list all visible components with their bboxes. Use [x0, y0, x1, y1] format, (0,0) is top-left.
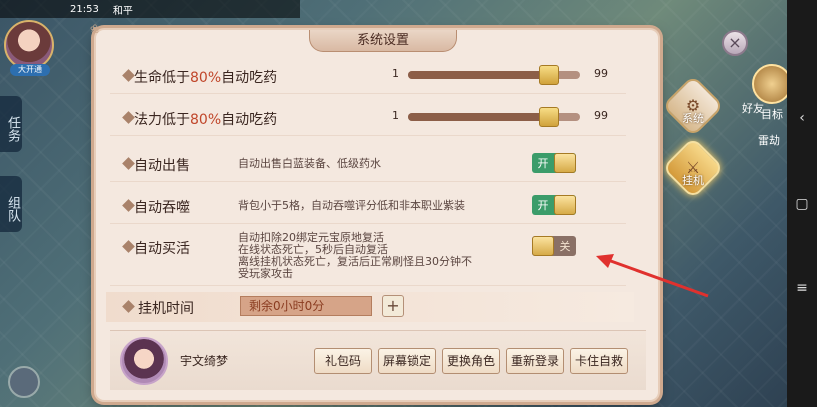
label-suffix: 自动吃药	[221, 112, 278, 128]
mp-threshold-label: 法力低于80%自动吃药	[134, 109, 277, 129]
auto-revive-toggle[interactable]: 关	[532, 236, 576, 256]
settings-window: 系统设置 ❀ 生命低于80%自动吃药 1 99 法力低于80%自动吃药 1 99…	[90, 22, 658, 400]
hang-time-row: 挂机时间 剩余0小时0分 +	[106, 292, 634, 322]
auto-sell-desc: 自动出售白蓝装备、低级药水	[238, 157, 381, 170]
back-icon[interactable]: ‹	[795, 110, 809, 126]
bullet-icon	[122, 300, 135, 313]
switch-character-button[interactable]: 更换角色	[442, 348, 500, 374]
relogin-button[interactable]: 重新登录	[506, 348, 564, 374]
bullet-icon	[122, 157, 135, 170]
annotation-arrow	[596, 254, 709, 298]
close-icon: ×	[728, 33, 742, 52]
screen-lock-button[interactable]: 屏幕锁定	[378, 348, 436, 374]
toggle-text: 开	[537, 157, 549, 170]
mp-threshold-row: 法力低于80%自动吃药 1 99	[110, 100, 626, 136]
target-label: 目标	[761, 108, 783, 121]
target-icon	[752, 64, 792, 104]
window-title: 系统设置	[309, 30, 457, 52]
character-avatar	[120, 337, 168, 385]
tab-system-label: 系统	[682, 112, 704, 125]
hang-time-remaining: 剩余0小时0分	[240, 296, 372, 316]
toggle-knob	[554, 195, 576, 215]
window-footer: 宇文绮梦 礼包码 屏幕锁定 更换角色 重新登录 卡住自救	[110, 330, 646, 390]
bullet-icon	[122, 199, 135, 212]
toggle-knob	[554, 153, 576, 173]
slider-min: 1	[392, 67, 399, 80]
chat-icon[interactable]	[8, 366, 40, 398]
auto-devour-row: 自动吞噬 背包小于5格，自动吞噬评分低和非本职业紫装 开	[110, 188, 626, 224]
tab-hangup-label: 挂机	[682, 174, 704, 187]
clock-text: 21:53	[70, 3, 99, 15]
auto-sell-toggle[interactable]: 开	[532, 153, 576, 173]
auto-sell-label: 自动出售	[134, 158, 190, 174]
auto-revive-label: 自动买活	[134, 241, 190, 257]
auto-devour-label: 自动吞噬	[134, 200, 190, 216]
slider-fill	[408, 113, 550, 121]
plus-icon: +	[386, 296, 400, 315]
bullet-icon	[122, 69, 135, 82]
label-prefix: 生命低于	[134, 70, 190, 86]
status-bar: 21:53 和平	[0, 0, 300, 18]
bullet-icon	[122, 111, 135, 124]
friends-label[interactable]: 好友	[742, 100, 764, 116]
tab-team[interactable]: 组队	[0, 176, 22, 232]
hp-threshold-label: 生命低于80%自动吃药	[134, 67, 277, 87]
gift-code-button[interactable]: 礼包码	[314, 348, 372, 374]
auto-sell-row: 自动出售 自动出售白蓝装备、低级药水 开	[110, 146, 626, 182]
hp-slider[interactable]	[408, 65, 580, 85]
label-prefix: 法力低于	[134, 112, 190, 128]
toggle-text: 关	[559, 240, 571, 253]
tab-hangup[interactable]: ⚔ 挂机	[661, 136, 725, 204]
label-suffix: 自动吃药	[221, 70, 278, 86]
tab-system[interactable]: ⚙ 系统	[661, 74, 725, 142]
mp-slider[interactable]	[408, 107, 580, 127]
home-icon[interactable]: ▢	[795, 196, 809, 212]
tab-quests[interactable]: 任务	[0, 96, 22, 152]
bullet-icon	[122, 240, 135, 253]
add-hang-time-button[interactable]: +	[382, 295, 404, 317]
slider-thumb[interactable]	[539, 107, 560, 127]
slider-max: 99	[594, 67, 608, 80]
auto-devour-desc: 背包小于5格，自动吞噬评分低和非本职业紫装	[238, 199, 465, 212]
slider-max: 99	[594, 109, 608, 122]
unstuck-button[interactable]: 卡住自救	[570, 348, 628, 374]
hp-percent: 80%	[190, 70, 222, 86]
hp-threshold-row: 生命低于80%自动吃药 1 99	[110, 58, 626, 94]
pk-mode-text: 和平	[112, 5, 133, 17]
corner-ornament-icon: ❀	[90, 22, 101, 36]
toggle-knob	[532, 236, 554, 256]
menu-icon[interactable]: ≡	[795, 280, 809, 296]
hang-time-label: 挂机时间	[138, 301, 194, 317]
character-name: 宇文绮梦	[180, 354, 229, 368]
slider-min: 1	[392, 109, 399, 122]
slider-fill	[408, 71, 550, 79]
close-button[interactable]: ×	[722, 30, 748, 56]
player-level-tag: 大开通	[10, 64, 50, 76]
android-nav-bar: ‹ ▢ ≡	[787, 0, 817, 407]
auto-revive-desc-4: 受玩家攻击	[238, 267, 293, 280]
mp-percent: 80%	[190, 112, 222, 128]
auto-revive-row: 自动买活 自动扣除20绑定元宝原地复活 在线状态死亡，5秒后自动复活 离线挂机状…	[110, 228, 626, 286]
auto-devour-toggle[interactable]: 开	[532, 195, 576, 215]
toggle-text: 开	[537, 199, 549, 212]
thunder-event-label[interactable]: 雷劫	[758, 132, 780, 148]
tab-hangup-frame: ⚔	[661, 136, 725, 200]
player-avatar[interactable]	[4, 20, 54, 70]
slider-thumb[interactable]	[539, 65, 560, 85]
tab-system-frame: ⚙	[661, 74, 725, 138]
